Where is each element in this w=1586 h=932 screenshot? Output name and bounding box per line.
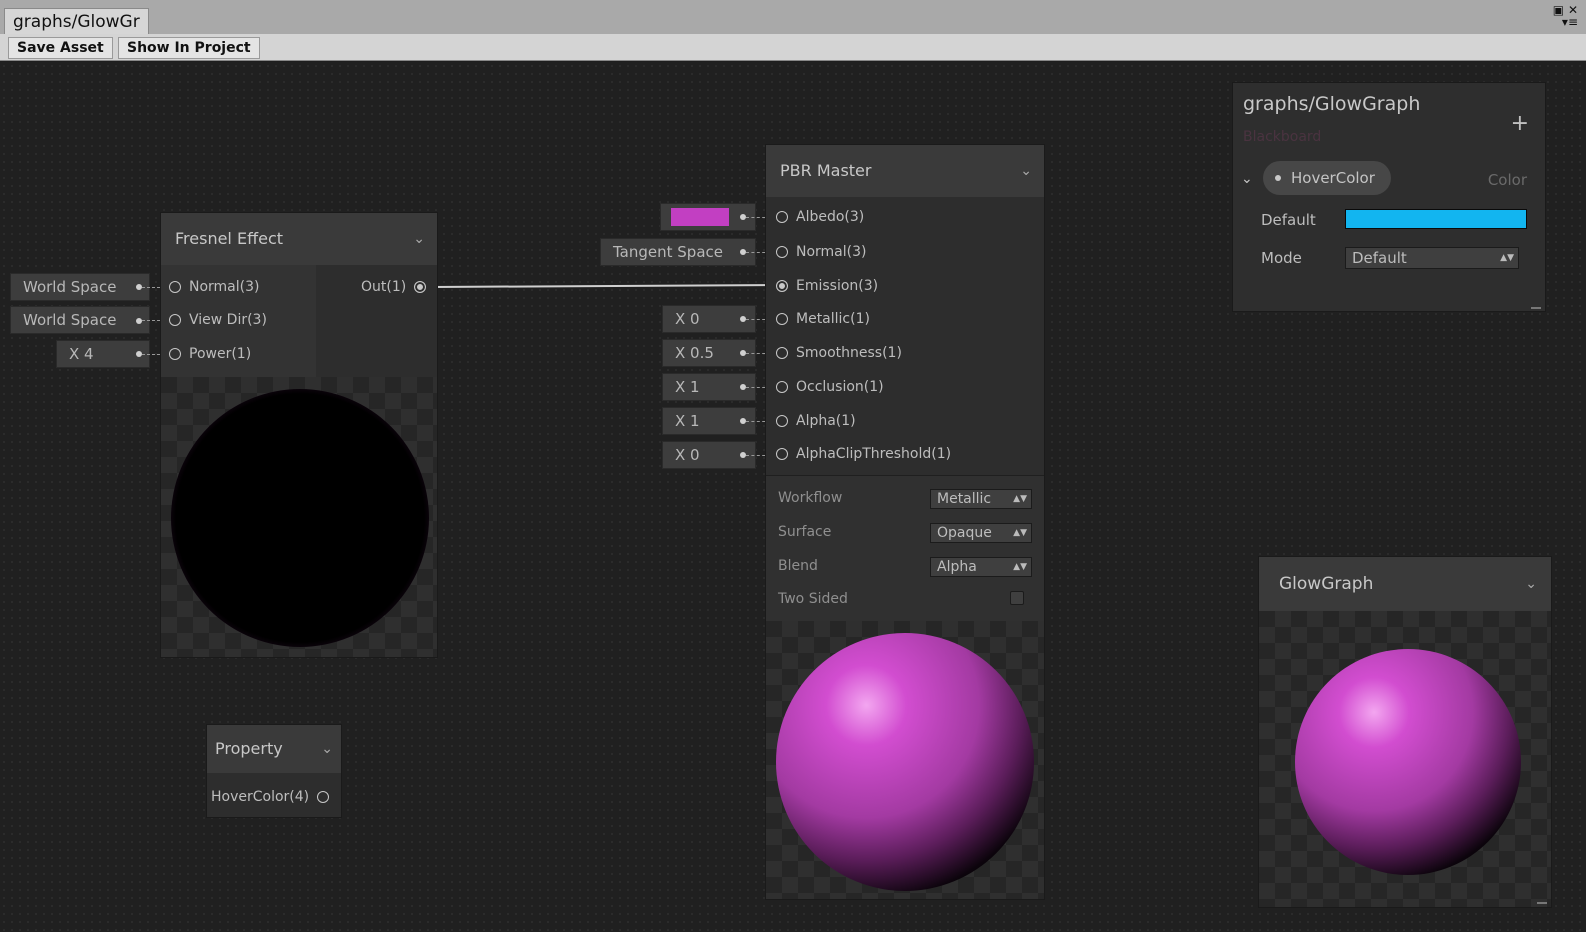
blend-label: Blend (778, 558, 818, 574)
input-port-icon[interactable] (776, 313, 788, 325)
port-label: Occlusion(1) (796, 379, 884, 395)
property-type: Color (1487, 171, 1527, 189)
mode-label: Mode (1261, 249, 1302, 267)
port-label: AlphaClipThreshold(1) (796, 446, 952, 462)
connector-dash (142, 287, 160, 288)
port-label: Metallic(1) (796, 311, 870, 327)
main-preview-panel[interactable]: GlowGraph ⌄ (1258, 556, 1552, 908)
port-hovercolor[interactable]: HoverColor(4) (211, 788, 330, 806)
input-port-icon[interactable] (776, 448, 788, 460)
port-normal[interactable]: Normal(3) (776, 243, 867, 261)
port-albedo[interactable]: Albedo(3) (776, 208, 864, 226)
workflow-dropdown[interactable]: Metallic ▲▼ (930, 489, 1032, 509)
port-label: Smoothness(1) (796, 345, 902, 361)
workflow-label: Workflow (778, 490, 843, 506)
port-alpha-clip[interactable]: AlphaClipThreshold(1) (776, 445, 951, 463)
property-dot-icon (1275, 175, 1281, 181)
property-pill[interactable]: HoverColor (1263, 161, 1391, 195)
port-out[interactable]: Out(1) (361, 278, 427, 296)
main-preview-viewport[interactable] (1259, 611, 1551, 907)
input-port-icon[interactable] (776, 415, 788, 427)
port-label: Power(1) (189, 346, 252, 362)
property-node[interactable]: Property ⌄ HoverColor(4) (206, 724, 342, 818)
port-label: Alpha(1) (796, 413, 856, 429)
input-port-icon[interactable] (776, 211, 788, 223)
port-smoothness[interactable]: Smoothness(1) (776, 344, 902, 362)
connector-dash (142, 354, 160, 355)
port-label: Albedo(3) (796, 209, 865, 225)
surface-dropdown[interactable]: Opaque ▲▼ (930, 523, 1032, 543)
fresnel-normal-input[interactable]: World Space (10, 273, 150, 301)
blackboard-title: graphs/GlowGraph (1243, 93, 1421, 115)
input-port-icon[interactable] (169, 281, 181, 293)
preview-sphere (1295, 649, 1521, 875)
node-title: PBR Master (780, 161, 872, 180)
normal-space-input[interactable]: Tangent Space (600, 238, 756, 266)
port-label: HoverColor(4) (211, 789, 310, 805)
input-port-icon[interactable] (776, 381, 788, 393)
output-port-icon[interactable] (317, 791, 330, 803)
main-preview-title: GlowGraph (1279, 574, 1374, 594)
dropdown-arrow-icon: ▲▼ (1013, 562, 1027, 572)
input-port-icon[interactable] (776, 246, 788, 258)
connector-dot (136, 318, 142, 324)
port-normal[interactable]: Normal(3) (169, 278, 260, 296)
fresnel-effect-node[interactable]: Fresnel Effect ⌄ Normal(3) View Dir(3) P… (160, 212, 438, 658)
dropdown-arrow-icon: ▲▼ (1013, 494, 1027, 504)
main-preview-header[interactable]: GlowGraph ⌄ (1259, 557, 1551, 611)
input-port-icon[interactable] (776, 280, 788, 292)
plus-icon[interactable]: + (1511, 111, 1529, 136)
preview-sphere (776, 633, 1034, 891)
resize-handle-icon[interactable] (1537, 902, 1547, 904)
chevron-down-icon[interactable]: ⌄ (1525, 557, 1537, 611)
input-port-icon[interactable] (169, 348, 181, 360)
output-port-icon[interactable] (414, 281, 427, 293)
pbr-master-node[interactable]: PBR Master ⌄ Albedo(3) Normal(3) Emissio… (765, 144, 1045, 900)
port-view-dir[interactable]: View Dir(3) (169, 311, 267, 329)
fresnel-viewdir-input[interactable]: World Space (10, 306, 150, 334)
connector-dash (142, 320, 160, 321)
chevron-down-icon[interactable]: ⌄ (1020, 145, 1032, 197)
fresnel-preview (161, 377, 437, 657)
resize-handle-icon[interactable] (1531, 307, 1541, 309)
blend-dropdown[interactable]: Alpha ▲▼ (930, 557, 1032, 577)
port-alpha[interactable]: Alpha(1) (776, 412, 856, 430)
blackboard-subtitle: Blackboard (1243, 129, 1322, 145)
port-metallic[interactable]: Metallic(1) (776, 310, 870, 328)
port-occlusion[interactable]: Occlusion(1) (776, 378, 884, 396)
dropdown-arrow-icon: ▲▼ (1013, 528, 1027, 538)
node-title: Property (215, 739, 283, 758)
chevron-down-icon[interactable]: ⌄ (321, 725, 333, 773)
pbr-node-header[interactable]: PBR Master ⌄ (766, 145, 1044, 197)
albedo-swatch (671, 208, 729, 226)
chevron-down-icon[interactable]: ⌄ (1241, 171, 1253, 187)
property-name: HoverColor (1291, 169, 1375, 187)
input-port-icon[interactable] (776, 347, 788, 359)
port-emission[interactable]: Emission(3) (776, 277, 878, 295)
pbr-settings-panel: Workflow Metallic ▲▼ Surface Opaque ▲▼ Ble… (766, 475, 1044, 621)
property-node-header[interactable]: Property ⌄ (207, 725, 341, 773)
surface-label: Surface (778, 524, 832, 540)
port-label: Emission(3) (796, 278, 879, 294)
two-sided-label: Two Sided (778, 591, 848, 607)
port-label: Normal(3) (796, 244, 867, 260)
pbr-preview (766, 621, 1044, 899)
port-label: Out(1) (361, 279, 407, 295)
blackboard-panel[interactable]: graphs/GlowGraph Blackboard + ⌄ HoverCol… (1232, 82, 1546, 312)
node-title: Fresnel Effect (175, 229, 284, 248)
port-label: View Dir(3) (189, 312, 267, 328)
chevron-down-icon[interactable]: ⌄ (413, 213, 425, 265)
port-label: Normal(3) (189, 279, 260, 295)
input-port-icon[interactable] (169, 314, 181, 326)
preview-sphere (171, 389, 429, 647)
default-label: Default (1261, 211, 1316, 229)
default-color-field[interactable] (1345, 209, 1527, 229)
mode-dropdown[interactable]: Default ▲▼ (1345, 247, 1519, 269)
two-sided-checkbox[interactable] (1010, 591, 1024, 605)
port-power[interactable]: Power(1) (169, 345, 251, 363)
fresnel-node-header[interactable]: Fresnel Effect ⌄ (161, 213, 437, 265)
dropdown-arrow-icon: ▲▼ (1500, 253, 1514, 263)
